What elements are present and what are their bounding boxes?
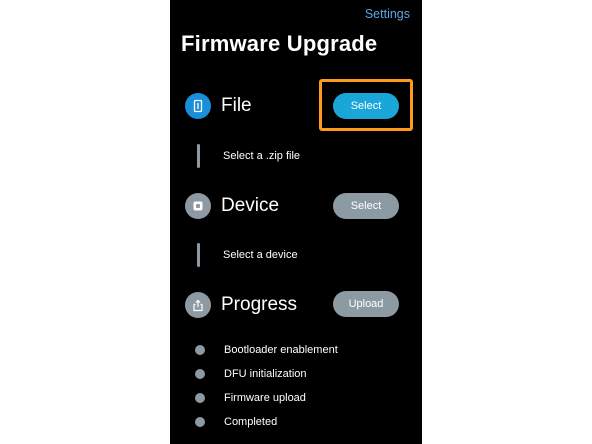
settings-link[interactable]: Settings xyxy=(365,7,410,21)
step-status-dot xyxy=(195,369,205,379)
upload-button[interactable]: Upload xyxy=(333,291,399,317)
step-label-bootloader: Bootloader enablement xyxy=(224,344,338,356)
highlight-box xyxy=(319,79,413,131)
file-icon xyxy=(185,93,211,119)
file-subtext: Select a .zip file xyxy=(223,150,301,162)
step-status-dot xyxy=(195,345,205,355)
section-label-device: Device xyxy=(221,195,280,216)
page-title: Firmware Upgrade xyxy=(181,31,378,56)
select-device-button[interactable]: Select xyxy=(333,193,399,219)
device-subtext: Select a device xyxy=(223,249,298,261)
section-label-progress: Progress xyxy=(221,294,298,315)
device-step-connector xyxy=(197,243,200,267)
device-icon xyxy=(185,193,211,219)
step-label-firmware-upload: Firmware upload xyxy=(224,392,306,404)
share-upload-icon xyxy=(185,292,211,318)
step-status-dot xyxy=(195,393,205,403)
step-status-dot xyxy=(195,417,205,427)
section-label-file: File xyxy=(221,95,252,116)
phone-screen: Settings Firmware Upgrade File Select Se… xyxy=(170,0,422,444)
step-label-dfu: DFU initialization xyxy=(224,368,307,380)
file-step-connector xyxy=(197,144,200,168)
step-label-completed: Completed xyxy=(224,416,278,428)
